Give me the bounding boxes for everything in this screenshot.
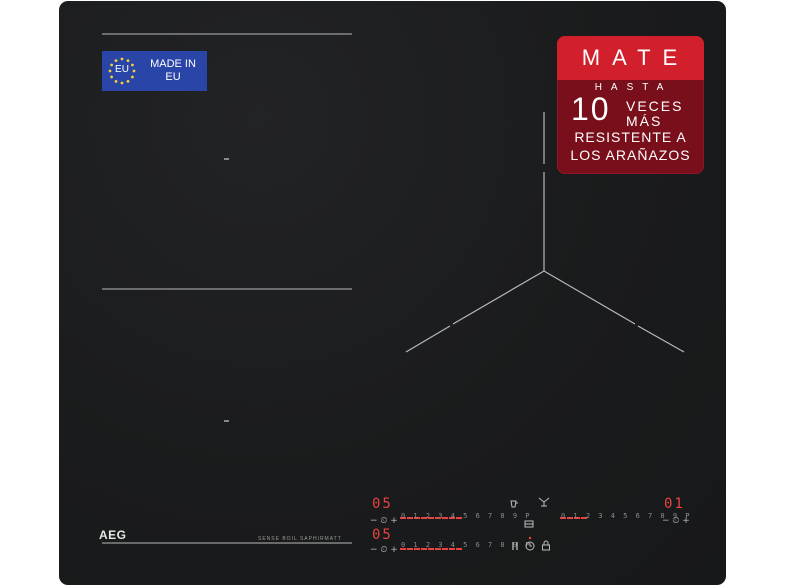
zone-left-top-slider[interactable]: 0 1 2 3 4 5 6 7 8 9 P [401,512,532,520]
pause-icon[interactable] [511,541,519,554]
zone-left-top-power-bar [400,504,463,519]
mate-mas: MÁS [626,113,663,129]
eu-flag-code: EU [115,64,129,75]
mate-title: MATE [557,36,704,80]
zone-left-top-timer-controls[interactable]: − ⏲ + [370,517,398,526]
zone-line-diagonal-left [452,270,545,325]
eu-flag-icon: EU [102,51,142,91]
hob2hood-fan-icon[interactable] [538,497,550,510]
pan-icon[interactable] [509,499,519,512]
zone-left-bottom-display: 05 [372,527,393,543]
feature-text: SENSE BOIL SAPHIRMATT [258,536,342,542]
zone-line-diagonal-left-end [405,325,451,353]
zone-right-power-bar [560,504,588,519]
timer-indicator-icon [528,533,532,543]
zone-line-diagonal-right [543,270,636,325]
made-in-eu-badge: EU MADE IN EU [102,51,207,91]
brand-logo: AEG [99,528,127,542]
made-in-eu-label: MADE IN EU [144,58,202,84]
made-in-label: MADE IN [150,58,196,70]
zone-right-timer-controls[interactable]: − ⏲ + [662,517,690,526]
zone-line-diagonal-right-end [637,325,685,353]
mate-line-2: LOS ARAÑAZOS [570,147,691,163]
mate-line-1: RESISTENTE A [574,129,687,145]
zone-left-bottom-timer-controls[interactable]: − ⏲ + [370,546,398,555]
mate-veces: VECES [626,98,684,114]
mate-scratch-resistant-badge: MATE HASTA 10 VECES MÁS RESISTENTE A LOS… [557,36,704,174]
mate-number: 10 [571,91,611,127]
zone-left-bottom-power-bar [400,535,463,550]
zone-right-display: 01 [664,496,685,512]
eu-label: EU [165,71,181,83]
lock-icon[interactable] [541,540,551,554]
zone-left-top-display: 05 [372,496,393,512]
bridge-icon[interactable] [524,519,534,532]
